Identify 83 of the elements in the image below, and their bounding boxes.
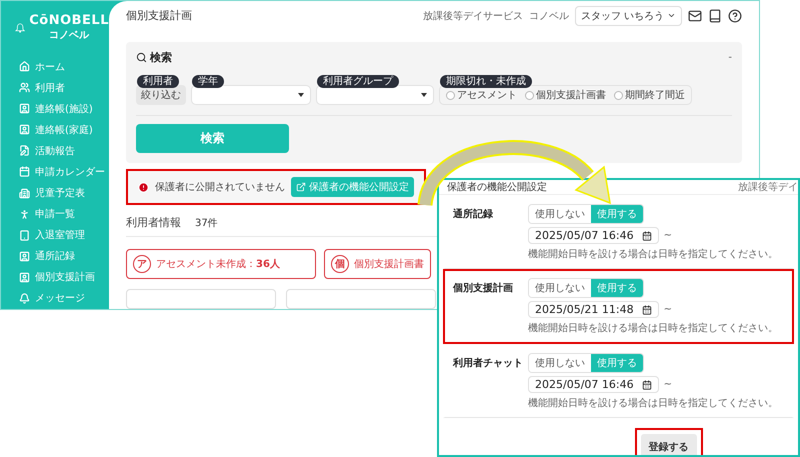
toggle-option[interactable]: 使用する <box>591 205 643 223</box>
card-text: アセスメント未作成：36人 <box>156 258 280 271</box>
setting-label: 通所記録 <box>453 208 494 222</box>
nav-item[interactable]: メッセージ <box>1 288 109 309</box>
chevron-icon <box>667 11 676 20</box>
datetime-field[interactable]: 2025/05/21 11:48 <box>528 301 659 318</box>
file-pen-icon <box>19 145 30 156</box>
datetime-field[interactable]: 2025/05/07 16:46 <box>528 376 659 393</box>
caret-icon <box>298 93 304 97</box>
register-button[interactable]: 登録する <box>640 434 696 455</box>
caret-icon <box>421 93 427 97</box>
setting-label: 利用者チャット <box>453 356 524 371</box>
datetime-field[interactable]: 2025/05/07 16:46 <box>528 227 659 244</box>
alert-icon <box>138 182 149 192</box>
window-title: 保護者の機能公開設定 <box>447 180 547 194</box>
building-icon <box>19 188 30 198</box>
filter-label: 利用者 <box>137 75 179 88</box>
search-button[interactable]: 検索 <box>136 124 289 153</box>
nav-item[interactable]: 児童予定表 <box>1 182 109 204</box>
nav-item[interactable]: ホーム <box>1 56 109 78</box>
nav-item[interactable]: 申請カレンダー <box>1 161 109 182</box>
setting-label: 個別支援計画 <box>453 282 514 296</box>
calendar-icon <box>642 304 652 314</box>
facility-name: 放課後等デイサービス <box>422 10 523 22</box>
logo-subtext: コノベル <box>49 29 90 42</box>
org-name: コノベル <box>528 10 569 22</box>
nav-item[interactable]: 入退室管理 <box>1 224 109 246</box>
home-icon <box>19 61 30 72</box>
section-title: 利用者情報 <box>126 215 181 230</box>
radio-option[interactable]: 個別支援計画書 <box>525 88 606 102</box>
nav-item[interactable]: 利用者 <box>1 77 109 98</box>
contact-card-icon <box>19 250 30 262</box>
nav-item[interactable]: 通所記録 <box>1 246 109 267</box>
book-icon[interactable] <box>708 8 722 22</box>
nav-item[interactable]: 申請一覧 <box>1 204 109 225</box>
calendar-icon <box>642 380 652 390</box>
page-title: 個別支援計画 <box>126 8 192 23</box>
radio-option[interactable]: 期間終了間近 <box>614 88 685 102</box>
calendar-icon <box>19 166 30 178</box>
card-badge: 個 <box>331 255 349 273</box>
filter-label: 学年 <box>192 75 224 88</box>
range-mark: ~ <box>664 379 672 390</box>
facility-name: 放課後等デイ <box>738 180 798 194</box>
nav-item[interactable]: 活動報告 <box>1 140 109 162</box>
filter-label: 利用者グループ <box>317 75 399 88</box>
filter-button[interactable]: 絞り込む <box>136 85 186 105</box>
summary-card[interactable]: ア アセスメント未作成：36人 <box>126 249 316 279</box>
search-icon <box>136 52 147 63</box>
users-icon <box>19 82 30 94</box>
alert-message: 保護者に公開されていません <box>155 180 285 194</box>
card-text: 個別支援計画書 <box>354 258 424 271</box>
contact-card-icon <box>19 124 30 136</box>
filter-label: 期限切れ・未作成 <box>440 75 532 88</box>
bell-icon <box>19 292 30 304</box>
range-mark: ~ <box>664 304 672 315</box>
search-title: 検索 <box>136 50 172 65</box>
summary-card[interactable]: 個 個別支援計画書 <box>324 249 431 279</box>
logo-text: CōNOBELL <box>29 13 109 28</box>
select-field[interactable] <box>316 85 434 105</box>
contact-card-icon <box>19 103 30 114</box>
tablet-icon <box>19 230 30 241</box>
user-count: 37件 <box>195 216 218 230</box>
help-icon[interactable] <box>728 8 742 22</box>
select-field[interactable] <box>191 85 311 105</box>
toggle-option[interactable]: 使用する <box>591 279 643 297</box>
nav-item[interactable]: 個別支援計画 <box>1 266 109 288</box>
contact-card-icon <box>19 272 30 283</box>
nav-item[interactable]: 連絡帳(施設) <box>1 98 109 120</box>
calendar-icon <box>642 230 652 240</box>
publish-settings-button[interactable]: 保護者の機能公開設定 <box>291 177 414 197</box>
collapse-button[interactable]: - <box>728 52 732 63</box>
toggle-option[interactable]: 使用する <box>591 354 643 372</box>
hint-text: 機能開始日時を設ける場合は日時を指定してください。 <box>528 322 778 335</box>
radio-option[interactable]: アセスメント <box>446 88 517 102</box>
card-badge: ア <box>133 255 151 273</box>
hint-text: 機能開始日時を設ける場合は日時を指定してください。 <box>528 396 778 410</box>
hint-text: 機能開始日時を設ける場合は日時を指定してください。 <box>528 248 778 261</box>
range-mark: ~ <box>664 230 672 241</box>
person-icon <box>19 208 30 220</box>
external-link-icon <box>296 182 306 192</box>
nav-item[interactable]: 連絡帳(家庭) <box>1 119 109 140</box>
staff-select[interactable]: スタッフ いちろう <box>574 6 682 26</box>
mail-icon[interactable] <box>688 8 702 22</box>
